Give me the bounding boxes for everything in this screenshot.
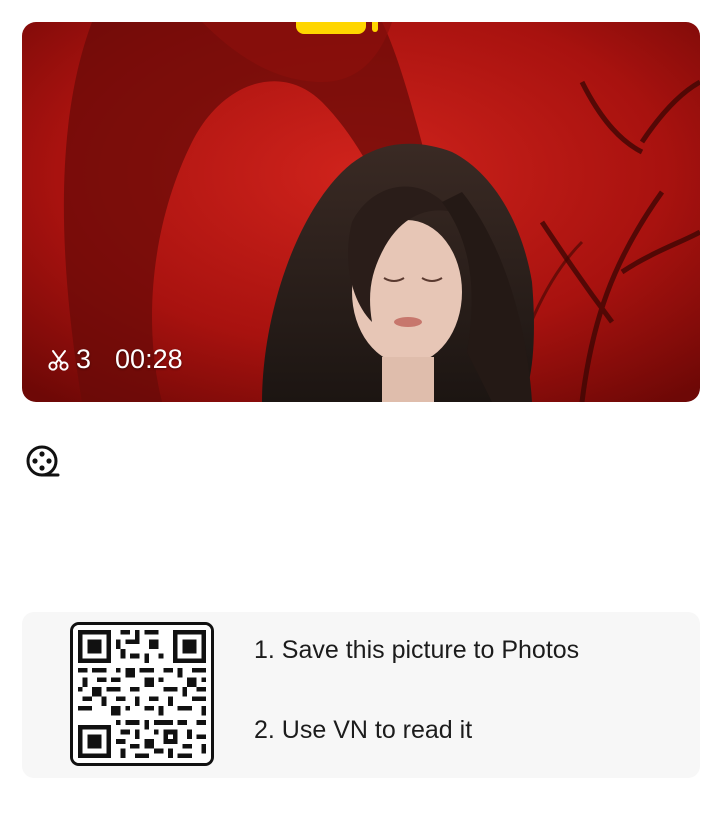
qr-code[interactable] bbox=[70, 622, 214, 766]
qr-share-card: 1. Save this picture to Photos 2. Use VN… bbox=[22, 612, 700, 778]
thumbnail-meta: 3 00:28 bbox=[48, 344, 183, 375]
top-yellow-tab bbox=[296, 22, 366, 34]
video-duration: 00:28 bbox=[115, 344, 183, 374]
top-yellow-mark bbox=[372, 22, 378, 32]
qr-instruction-step-1: 1. Save this picture to Photos bbox=[254, 636, 580, 664]
qr-code-image bbox=[73, 625, 211, 763]
clip-count: 3 bbox=[76, 344, 92, 374]
qr-instruction-step-2: 2. Use VN to read it bbox=[254, 716, 473, 744]
scissors-icon bbox=[48, 349, 69, 371]
video-thumbnail[interactable]: 3 00:28 bbox=[22, 22, 700, 402]
film-reel-icon[interactable] bbox=[25, 444, 61, 480]
